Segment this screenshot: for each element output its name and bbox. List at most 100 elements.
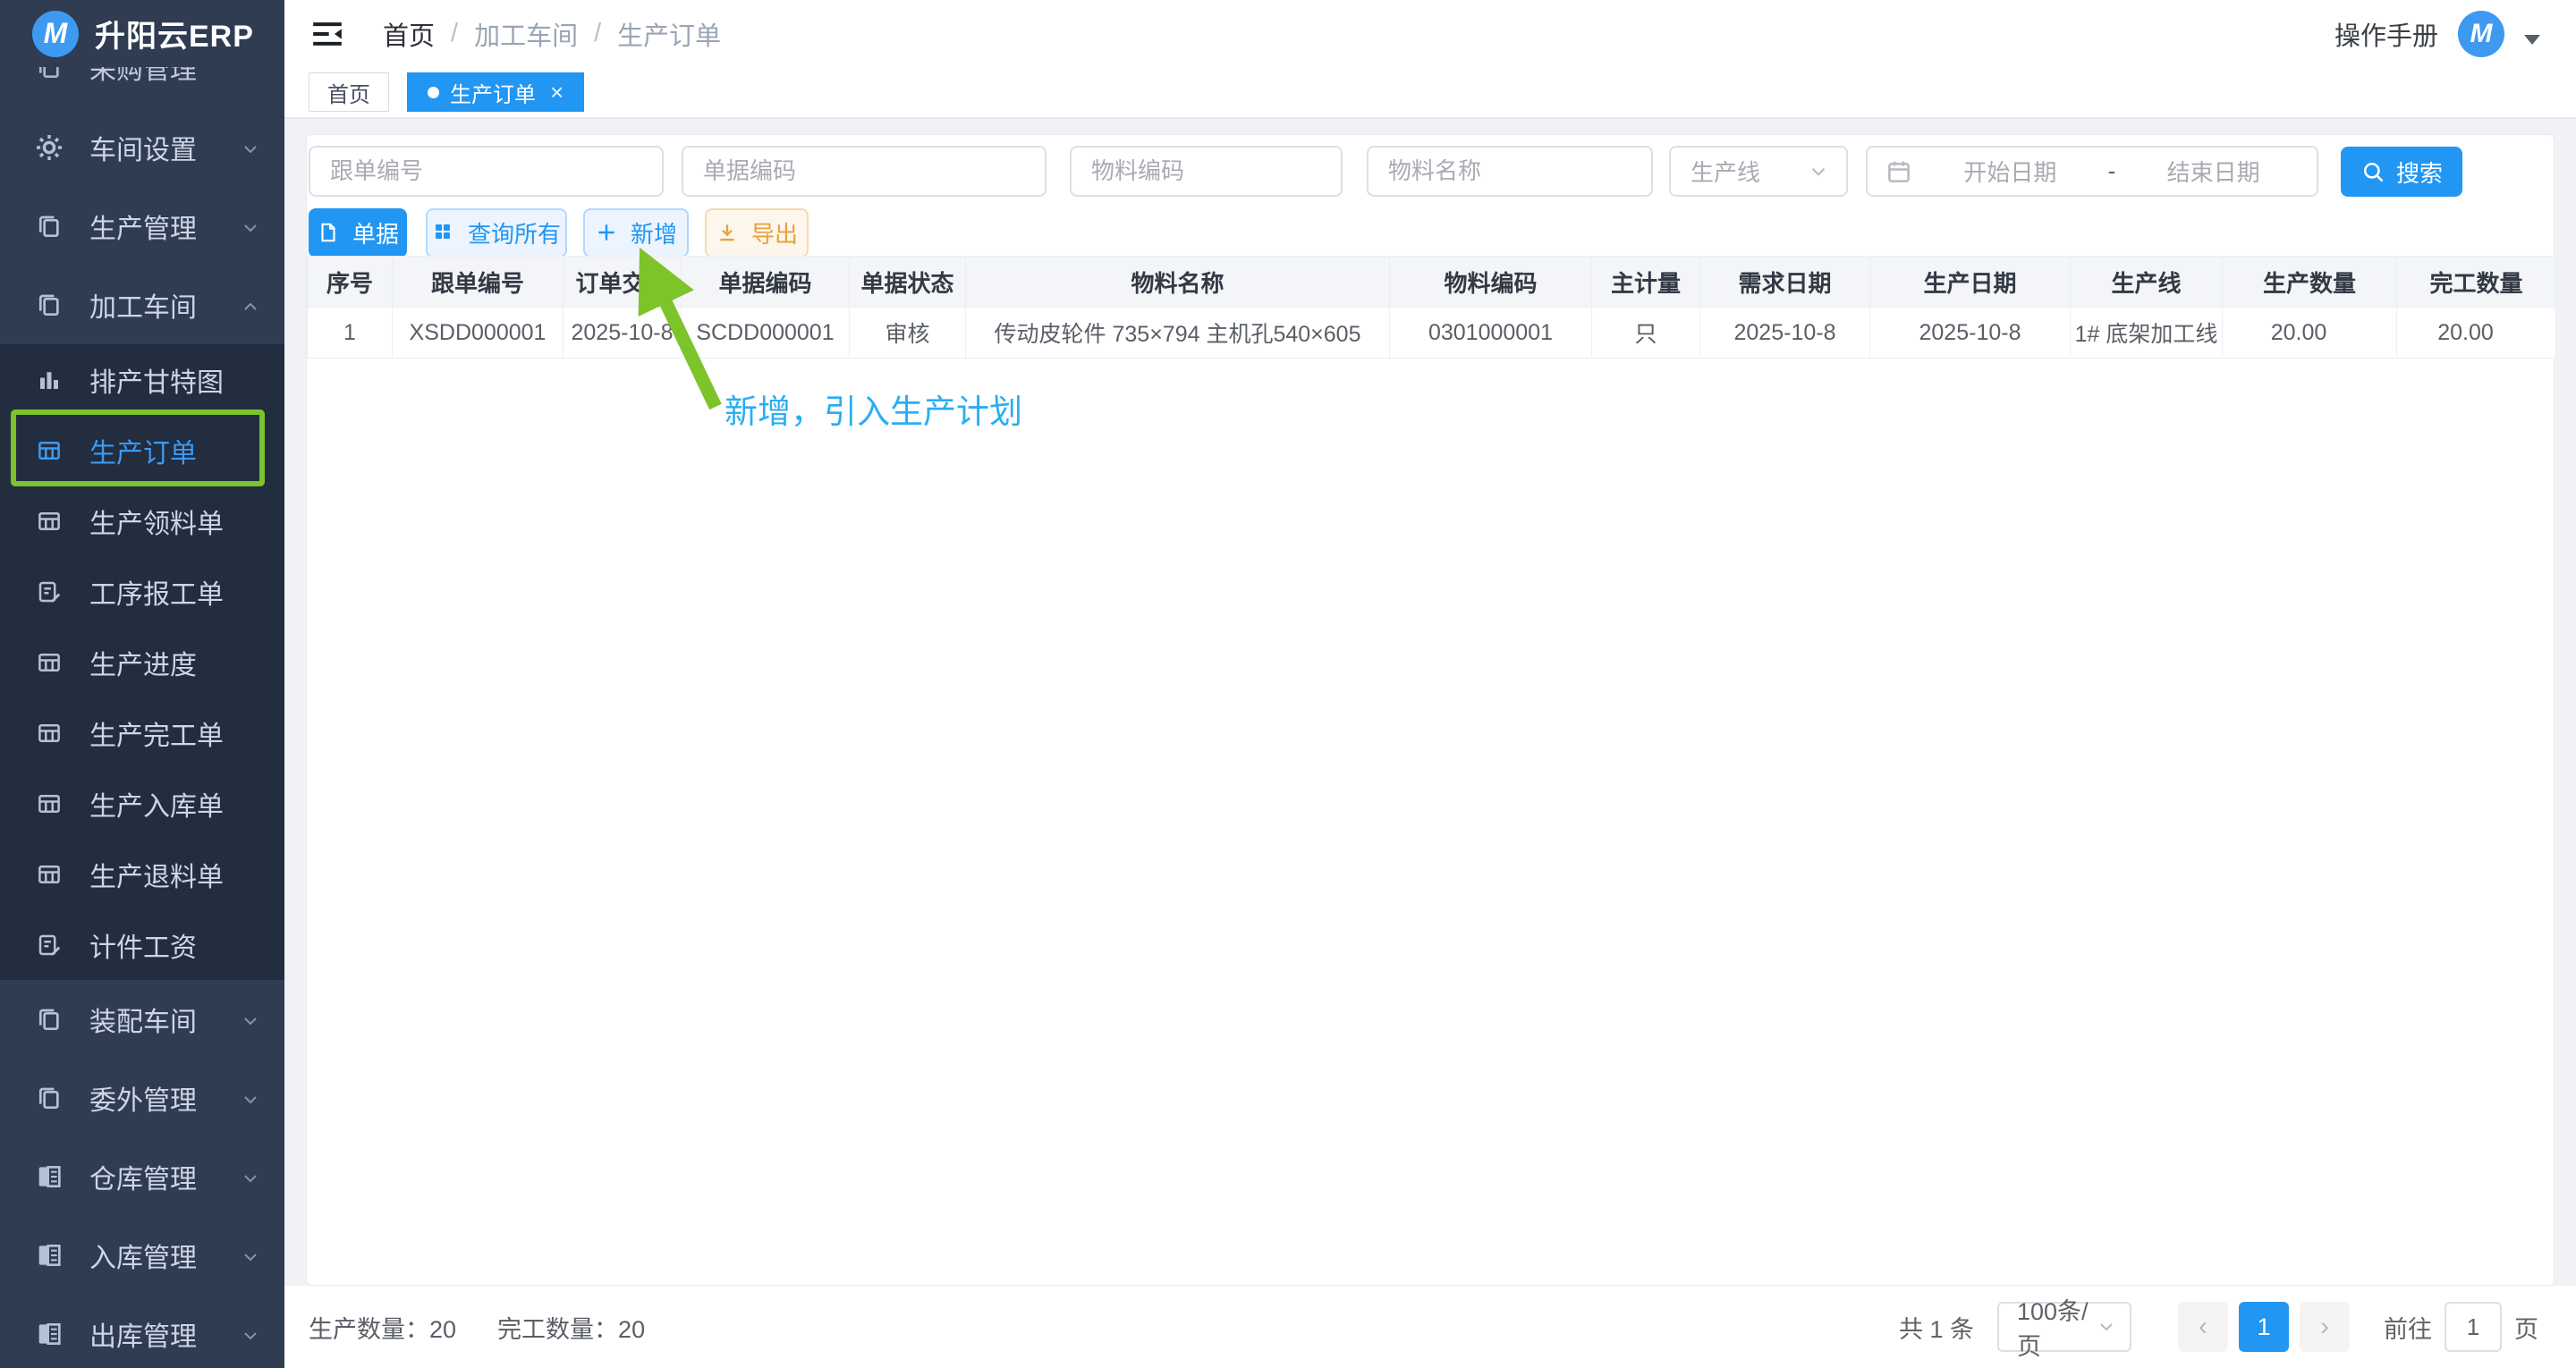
sidebar-item-warehouse-management[interactable]: 仓库管理 [0,1137,284,1216]
sidebar-item-procurement[interactable]: 采购管理 [0,67,284,108]
manual-link[interactable]: 操作手册 [2334,15,2438,53]
sidebar-item-processing-workshop[interactable]: 加工车间 [0,266,284,344]
active-tab-dot [428,87,439,98]
breadcrumb-section[interactable]: 加工车间 [474,15,578,53]
topbar-right: 操作手册 M [2334,11,2540,57]
avatar[interactable]: M [2458,11,2504,57]
prev-page-button[interactable]: ‹ [2178,1302,2228,1352]
breadcrumb-home[interactable]: 首页 [383,15,435,53]
material-code-input[interactable] [1070,146,1343,197]
goto-page-input[interactable] [2445,1302,2502,1352]
export-button[interactable]: 导出 [705,208,809,258]
ledger-icon [34,1240,64,1271]
sidebar-item-gantt[interactable]: 排产甘特图 [0,344,284,415]
sidebar-item-material-requisition[interactable]: 生产领料单 [0,486,284,556]
table-icon [34,647,64,678]
col-material-code: 物料编码 [1390,257,1592,308]
footer-bar: 生产数量：20 完工数量：20 共 1 条 100条/页 ‹ 1 › 前往 页 [284,1286,2576,1368]
sidebar: M 升阳云ERP 采购管理 车间设置 生产管理 [0,0,284,1368]
plus-icon [595,221,620,246]
sidebar-item-completion-order[interactable]: 生产完工单 [0,697,284,768]
page-number-current[interactable]: 1 [2239,1302,2289,1352]
chevron-down-icon [1807,160,1830,183]
material-name-input[interactable] [1367,146,1653,197]
bar-chart-icon [34,365,64,395]
chevron-down-icon [240,137,261,158]
doc-code-link[interactable]: SCDD000001 [682,308,850,359]
col-prod-qty: 生产数量 [2223,257,2397,308]
sidebar-item-piecework-wages[interactable]: 计件工资 [0,909,284,980]
documents-icon [34,67,64,82]
end-date-placeholder: 结束日期 [2128,155,2299,188]
grid-icon [432,221,457,246]
chevron-up-icon [240,294,261,316]
prod-qty-total: 生产数量：20 [309,1310,456,1345]
breadcrumb-separator: / [451,19,458,48]
search-icon [2360,159,2385,184]
tab-strip: 首页 生产订单 × [284,67,2576,119]
app-logo: M 升阳云ERP [0,0,284,67]
chevron-down-icon [2096,1316,2117,1338]
sidebar-item-production-progress[interactable]: 生产进度 [0,627,284,697]
sidebar-collapse-icon[interactable] [309,16,345,52]
add-button[interactable]: 新增 [583,208,689,258]
toolbar: 单据 查询所有 新增 导出 [308,208,2553,258]
table-icon [34,859,64,890]
col-seq: 序号 [308,257,393,308]
date-range-picker[interactable]: 开始日期 - 结束日期 [1866,146,2318,197]
top-header: 首页 / 加工车间 / 生产订单 操作手册 M [284,0,2576,67]
goto-page: 前往 页 [2384,1302,2538,1352]
chevron-down-icon [240,1087,261,1109]
pagination: 共 1 条 100条/页 ‹ 1 › 前往 页 [1899,1302,2538,1352]
filter-bar: 生产线 开始日期 - 结束日期 搜索 [308,146,2553,197]
tracking-no-input[interactable] [309,146,664,197]
document-icon [317,221,342,246]
doc-button[interactable]: 单据 [309,208,407,258]
chevron-left-icon: ‹ [2199,1312,2207,1342]
table-row[interactable]: 1 XSDD000001 2025-10-8 SCDD000001 审核 传动皮… [308,308,2556,359]
col-tracking-no: 跟单编号 [393,257,564,308]
sidebar-item-production-management[interactable]: 生产管理 [0,187,284,266]
tab-production-order[interactable]: 生产订单 × [407,72,584,112]
app-title: 升阳云ERP [95,12,254,55]
sidebar-item-process-report[interactable]: 工序报工单 [0,556,284,627]
calendar-icon [1885,158,1912,185]
documents-icon [34,290,64,320]
page-size-select[interactable]: 100条/页 [1997,1302,2131,1352]
document-edit-icon [34,577,64,607]
sidebar-item-material-return[interactable]: 生产退料单 [0,839,284,909]
sidebar-item-workshop-settings[interactable]: 车间设置 [0,108,284,187]
close-icon[interactable]: × [550,79,564,106]
col-demand-date: 需求日期 [1700,257,1870,308]
sidebar-item-inbound-management[interactable]: 入库管理 [0,1216,284,1295]
documents-icon [34,1083,64,1113]
sidebar-item-outbound-management[interactable]: 出库管理 [0,1295,284,1368]
col-done-qty: 完工数量 [2397,257,2556,308]
chevron-right-icon: › [2320,1312,2329,1342]
breadcrumb-separator: / [594,19,601,48]
col-line: 生产线 [2071,257,2223,308]
sidebar-item-production-order[interactable]: 生产订单 [0,415,284,486]
production-line-select[interactable]: 生产线 [1669,146,1848,197]
orders-table: 序号 跟单编号 订单交期 单据编码 单据状态 物料名称 物料编码 主计量 需求日… [307,256,2556,359]
search-button[interactable]: 搜索 [2341,147,2462,197]
sidebar-item-warehouse-in-order[interactable]: 生产入库单 [0,768,284,839]
ledger-icon [34,1161,64,1192]
gear-icon [34,132,64,163]
tab-home[interactable]: 首页 [309,72,389,112]
next-page-button[interactable]: › [2300,1302,2350,1352]
sidebar-item-outsourcing[interactable]: 委外管理 [0,1059,284,1137]
chevron-down-icon [240,215,261,237]
col-due-date: 订单交期 [564,257,682,308]
doc-code-input[interactable] [682,146,1046,197]
sidebar-item-assembly-workshop[interactable]: 装配车间 [0,980,284,1059]
sidebar-submenu-processing: 排产甘特图 生产订单 生产领料单 工序报工单 [0,344,284,980]
chevron-down-icon [240,1009,261,1030]
documents-icon [34,211,64,241]
ledger-icon [34,1319,64,1349]
user-menu-caret-icon[interactable] [2524,35,2540,45]
table-header-row: 序号 跟单编号 订单交期 单据编码 单据状态 物料名称 物料编码 主计量 需求日… [308,257,2556,308]
col-unit: 主计量 [1592,257,1700,308]
col-prod-date: 生产日期 [1870,257,2071,308]
query-all-button[interactable]: 查询所有 [426,208,567,258]
